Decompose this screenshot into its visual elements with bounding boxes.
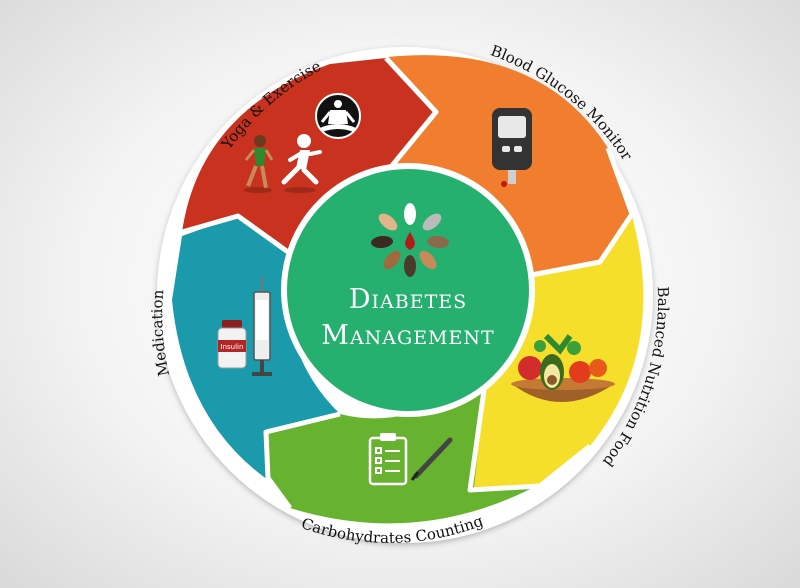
insulin-label: Insulin xyxy=(221,343,244,351)
yoga-pose-icon xyxy=(315,93,361,139)
center-title-line1: Diabetes xyxy=(349,284,467,315)
center-title-line2: Management xyxy=(321,320,494,351)
diabetes-management-diagram: Diabetes Management Insulin Yoga & Exerc… xyxy=(148,42,672,547)
